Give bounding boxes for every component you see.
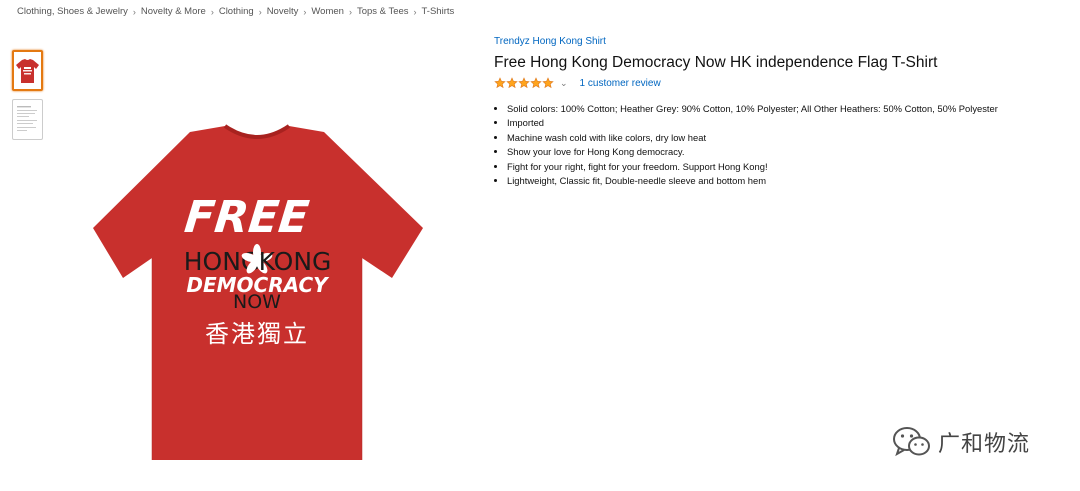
star-rating[interactable] (494, 77, 554, 89)
breadcrumb-link[interactable]: Women (311, 6, 344, 17)
breadcrumb-separator: › (348, 6, 352, 17)
breadcrumb-separator: › (258, 6, 262, 17)
breadcrumb-separator: › (132, 6, 136, 17)
star-icon (506, 77, 518, 89)
star-icon (542, 77, 554, 89)
main-product-image: FREE HONG KONG DEMOCRACY NOW 香港獨立 (90, 120, 425, 465)
watermark-text: 广和物流 (938, 432, 1031, 457)
breadcrumb-link[interactable]: Tops & Tees (357, 6, 409, 17)
breadcrumb-link[interactable]: Clothing, Shoes & Jewelry (17, 6, 128, 17)
star-icon (494, 77, 506, 89)
breadcrumb-link[interactable]: Clothing (219, 6, 254, 17)
print-kong: KONG (259, 247, 332, 276)
breadcrumb: Clothing, Shoes & Jewelry › Novelty & More… (17, 6, 454, 17)
breadcrumb-link[interactable]: T-Shirts (422, 6, 455, 17)
wechat-icon (893, 427, 930, 457)
image-thumbnails (12, 50, 43, 148)
breadcrumb-separator: › (303, 6, 307, 17)
breadcrumb-separator: › (413, 6, 417, 17)
star-icon (530, 77, 542, 89)
breadcrumb-link[interactable]: Novelty (267, 6, 299, 17)
print-free: FREE (182, 192, 311, 243)
feature-bullet: Solid colors: 100% Cotton; Heather Grey:… (507, 102, 1074, 116)
print-chinese: 香港獨立 (205, 320, 309, 348)
feature-bullets: Solid colors: 100% Cotton; Heather Grey:… (494, 102, 1074, 188)
chevron-down-icon[interactable]: ⌄ (560, 78, 568, 89)
brand-link[interactable]: Trendyz Hong Kong Shirt (494, 36, 606, 47)
feature-bullet: Machine wash cold with like colors, dry … (507, 131, 1074, 145)
thumbnail-details[interactable] (12, 99, 43, 140)
detail-thumbnail-icon (17, 105, 37, 131)
customer-reviews-link[interactable]: 1 customer review (580, 78, 661, 89)
feature-bullet: Imported (507, 116, 1074, 130)
tshirt-thumbnail-icon (16, 58, 39, 83)
thumbnail-tshirt[interactable] (12, 50, 43, 91)
feature-bullet: Lightweight, Classic fit, Double-needle … (507, 174, 1074, 188)
feature-bullet: Show your love for Hong Kong democracy. (507, 145, 1074, 159)
rating-row: ⌄ 1 customer review (494, 75, 1074, 91)
tshirt-image: FREE HONG KONG DEMOCRACY NOW 香港獨立 (93, 124, 423, 460)
product-title: Free Hong Kong Democracy Now HK independ… (494, 54, 938, 71)
breadcrumb-link[interactable]: Novelty & More (141, 6, 206, 17)
product-info: Trendyz Hong Kong Shirt Free Hong Kong D… (494, 31, 1074, 188)
print-now: NOW (233, 291, 281, 313)
breadcrumb-separator: › (210, 6, 214, 17)
watermark: 广和物流 (892, 425, 1030, 459)
feature-bullet: Fight for your right, fight for your fre… (507, 160, 1074, 174)
star-icon (518, 77, 530, 89)
